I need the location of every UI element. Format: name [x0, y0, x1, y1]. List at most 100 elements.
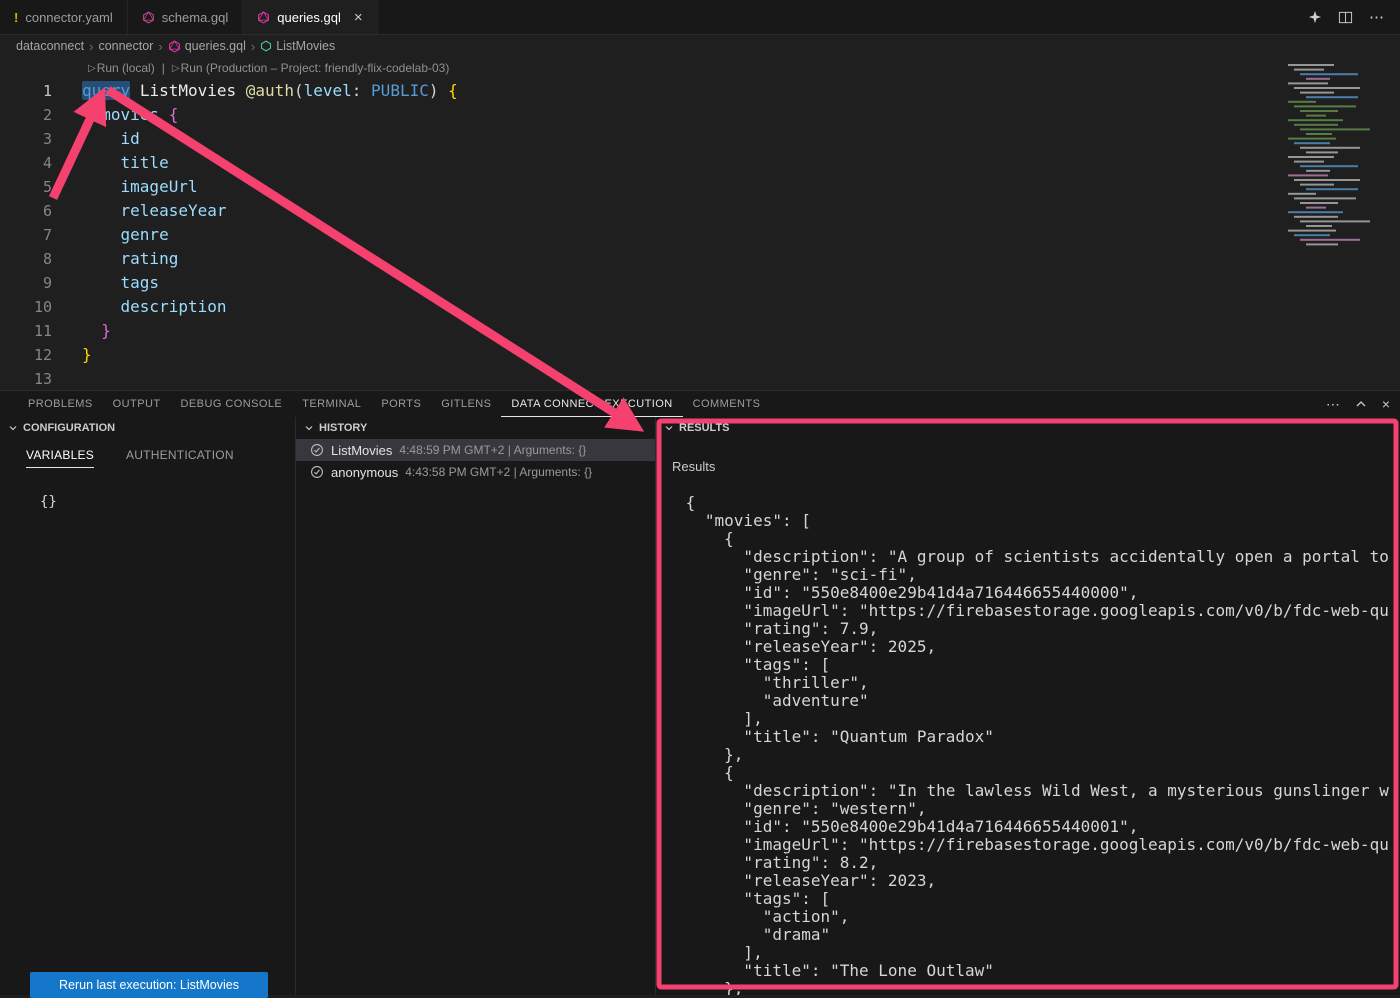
configuration-section: CONFIGURATION VARIABLES AUTHENTICATION {} — [0, 417, 296, 995]
json-line: "releaseYear": 2023, — [676, 872, 1400, 890]
code-line-1: 1 query ListMovies @auth(level: PUBLIC) { — [0, 79, 1400, 103]
line-number: 1 — [0, 82, 52, 100]
rerun-last-execution-button[interactable]: Rerun last execution: ListMovies — [30, 972, 268, 998]
run-production-label: Run (Production – Project: friendly-flix… — [181, 61, 450, 75]
code-text: rating — [82, 247, 178, 271]
code-text: } — [82, 343, 92, 367]
bottom-panel: PROBLEMSOUTPUTDEBUG CONSOLETERMINALPORTS… — [0, 390, 1400, 995]
panel-body: CONFIGURATION VARIABLES AUTHENTICATION {}… — [0, 417, 1400, 995]
panel-tab-debug-console[interactable]: DEBUG CONSOLE — [171, 391, 293, 417]
chevron-down-icon — [304, 423, 314, 433]
line-number: 10 — [0, 298, 52, 316]
json-line: "thriller", — [676, 674, 1400, 692]
code-line-9: 9 tags — [0, 271, 1400, 295]
json-line: "imageUrl": "https://firebasestorage.goo… — [676, 602, 1400, 620]
json-line: ], — [676, 944, 1400, 962]
tab-queries.gql[interactable]: queries.gql × — [243, 0, 377, 34]
json-line: }, — [676, 746, 1400, 764]
run-production-link[interactable]: ▷Run (Production – Project: friendly-fli… — [172, 61, 450, 75]
code-editor[interactable]: ▷Run (local) | ▷Run (Production – Projec… — [0, 57, 1400, 390]
code-line-6: 6 releaseYear — [0, 199, 1400, 223]
play-icon: ▷ — [88, 63, 96, 74]
line-number: 2 — [0, 106, 52, 124]
json-line: "title": "The Lone Outlaw" — [676, 962, 1400, 980]
line-number: 5 — [0, 178, 52, 196]
tab-label: schema.gql — [162, 10, 228, 25]
split-editor-icon[interactable] — [1338, 10, 1353, 25]
panel-tab-bar: PROBLEMSOUTPUTDEBUG CONSOLETERMINALPORTS… — [0, 391, 1400, 417]
code-line-3: 3 id — [0, 127, 1400, 151]
operation-icon — [260, 40, 272, 52]
json-line: }, — [676, 980, 1400, 995]
breadcrumb-item-connector[interactable]: connector — [98, 39, 153, 53]
code-text: imageUrl — [82, 175, 198, 199]
code-text: releaseYear — [82, 199, 227, 223]
code-area[interactable]: 1 query ListMovies @auth(level: PUBLIC) {… — [0, 79, 1400, 390]
code-line-8: 8 rating — [0, 247, 1400, 271]
panel-tab-comments[interactable]: COMMENTS — [683, 391, 771, 417]
close-icon[interactable]: × — [354, 10, 363, 25]
code-line-11: 11 } — [0, 319, 1400, 343]
json-line: { — [676, 494, 1400, 512]
code-text: genre — [82, 223, 169, 247]
yaml-warning-icon: ! — [14, 10, 18, 25]
editor-actions: ⋯ — [1308, 0, 1400, 34]
codelens: ▷Run (local) | ▷Run (Production – Projec… — [0, 57, 1400, 79]
json-line: "tags": [ — [676, 890, 1400, 908]
breadcrumb-item-queries.gql[interactable]: queries.gql — [168, 39, 246, 53]
panel-tab-output[interactable]: OUTPUT — [103, 391, 171, 417]
history-title: HISTORY — [319, 422, 367, 434]
panel-tab-data-connect-execution[interactable]: DATA CONNECT EXECUTION — [501, 391, 682, 417]
panel-actions: ⋯ × — [1326, 391, 1390, 417]
results-section[interactable]: RESULTS Results { "movies": [ { "descrip… — [656, 417, 1400, 995]
history-item-ListMovies[interactable]: ListMovies4:48:59 PM GMT+2 | Arguments: … — [296, 439, 655, 461]
run-local-link[interactable]: ▷Run (local) — [88, 61, 155, 75]
breadcrumb-item-dataconnect[interactable]: dataconnect — [16, 39, 84, 53]
panel-tab-ports[interactable]: PORTS — [371, 391, 431, 417]
configuration-header[interactable]: CONFIGURATION — [0, 417, 295, 439]
panel-more-icon[interactable]: ⋯ — [1326, 396, 1340, 413]
json-line: "genre": "sci-fi", — [676, 566, 1400, 584]
history-header[interactable]: HISTORY — [296, 417, 655, 439]
history-item-anonymous[interactable]: anonymous4:43:58 PM GMT+2 | Arguments: {… — [296, 461, 655, 483]
more-actions-icon[interactable]: ⋯ — [1369, 8, 1384, 26]
line-number: 7 — [0, 226, 52, 244]
breadcrumb-separator: › — [251, 39, 255, 54]
breadcrumb-item-ListMovies[interactable]: ListMovies — [260, 39, 335, 53]
line-number: 11 — [0, 322, 52, 340]
panel-tab-problems[interactable]: PROBLEMS — [18, 391, 103, 417]
breadcrumb-separator: › — [158, 39, 162, 54]
check-circle-icon — [310, 443, 324, 457]
minimap[interactable] — [1283, 60, 1400, 255]
line-number: 6 — [0, 202, 52, 220]
config-tab-authentication[interactable]: AUTHENTICATION — [126, 448, 234, 468]
tab-schema.gql[interactable]: schema.gql — [128, 0, 243, 34]
json-line: "tags": [ — [676, 656, 1400, 674]
results-header[interactable]: RESULTS — [656, 417, 1400, 439]
code-line-4: 4 title — [0, 151, 1400, 175]
json-line: "id": "550e8400e29b41d4a716446655440001"… — [676, 818, 1400, 836]
sparkle-icon[interactable] — [1308, 10, 1322, 24]
panel-close-icon[interactable]: × — [1382, 396, 1390, 412]
tab-connector.yaml[interactable]: !connector.yaml — [0, 0, 128, 34]
graphql-icon — [168, 40, 181, 53]
code-line-12: 12} — [0, 343, 1400, 367]
panel-tab-gitlens[interactable]: GITLENS — [431, 391, 501, 417]
editor-tab-bar: !connector.yaml schema.gql queries.gql × ⋯ — [0, 0, 1400, 35]
json-line: ], — [676, 710, 1400, 728]
code-text: query ListMovies @auth(level: PUBLIC) { — [82, 79, 458, 103]
config-tab-variables[interactable]: VARIABLES — [26, 448, 94, 468]
variables-value[interactable]: {} — [40, 494, 295, 510]
chevron-down-icon — [8, 423, 18, 433]
json-line: "description": "A group of scientists ac… — [676, 548, 1400, 566]
line-number: 9 — [0, 274, 52, 292]
panel-maximize-icon[interactable] — [1355, 398, 1367, 410]
code-line-13: 13 — [0, 367, 1400, 390]
configuration-tabs: VARIABLES AUTHENTICATION — [0, 448, 295, 468]
json-line: "title": "Quantum Paradox" — [676, 728, 1400, 746]
tab-label: queries.gql — [277, 10, 341, 25]
run-local-label: Run (local) — [97, 61, 155, 75]
line-number: 13 — [0, 370, 52, 388]
code-text: tags — [82, 271, 159, 295]
panel-tab-terminal[interactable]: TERMINAL — [292, 391, 371, 417]
